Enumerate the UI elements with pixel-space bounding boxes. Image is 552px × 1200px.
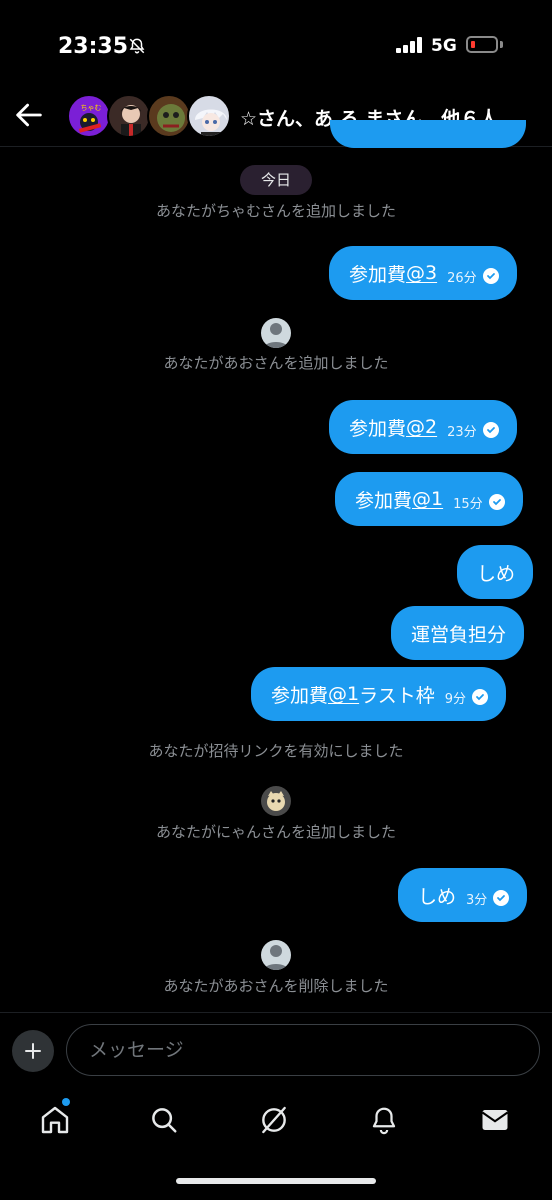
mention-link[interactable]: @3 — [406, 262, 437, 284]
message-text: しめ — [477, 562, 516, 585]
mention-link[interactable]: @2 — [406, 416, 437, 438]
message-text: 参加費 — [349, 263, 407, 286]
mention-link[interactable]: @1 — [328, 683, 359, 705]
message-bubble[interactable]: 運営負担分 — [391, 606, 525, 660]
tab-messages[interactable] — [475, 1100, 515, 1140]
tab-home[interactable] — [35, 1100, 75, 1140]
message-input[interactable] — [66, 1024, 540, 1076]
message-bubble[interactable]: 参加費 @3 26分 — [329, 246, 517, 300]
battery-nub — [500, 41, 503, 48]
unread-dot — [62, 1098, 70, 1106]
status-time: 23:35 — [58, 34, 129, 59]
check-icon — [472, 689, 489, 705]
message-time: 26分 — [447, 270, 477, 286]
system-message: あなたがちゃむさんを追加しました — [155, 202, 396, 220]
message-bubble[interactable]: 参加費 @2 23分 — [329, 400, 517, 454]
plus-icon — [25, 1043, 41, 1059]
default-avatar-icon — [261, 318, 291, 348]
grok-icon — [262, 1106, 286, 1134]
message-time: 15分 — [453, 496, 483, 512]
system-message: あなたがあおさんを削除しました — [163, 977, 389, 995]
message-time: 23分 — [447, 424, 477, 440]
network-label: 5G — [431, 36, 457, 56]
battery-icon — [466, 36, 498, 53]
message-text: 参加費 — [271, 684, 329, 707]
avatar — [261, 786, 291, 816]
message-text: 参加費 — [349, 417, 407, 440]
message-bubble[interactable]: しめ 3分 — [398, 868, 528, 922]
message-text: 参加費 — [355, 489, 413, 512]
message-time: 9分 — [444, 691, 467, 707]
add-media-button[interactable] — [12, 1030, 54, 1072]
header-overlay — [0, 100, 552, 146]
mention-link[interactable]: @1 — [412, 488, 443, 510]
tab-grok[interactable] — [254, 1100, 294, 1140]
check-icon — [493, 890, 510, 906]
home-indicator — [176, 1178, 376, 1184]
message-text: しめ — [418, 885, 457, 908]
search-icon — [152, 1108, 177, 1133]
check-icon — [482, 422, 499, 438]
signal-icon — [396, 37, 424, 57]
message-text-suffix: ラスト枠 — [359, 684, 435, 707]
message-bubble[interactable]: しめ — [457, 545, 534, 599]
envelope-icon — [481, 1110, 509, 1130]
message-bubble[interactable]: 参加費 @1 ラスト枠 9分 — [251, 667, 507, 721]
tab-notifications[interactable] — [364, 1100, 404, 1140]
home-icon — [41, 1106, 69, 1134]
message-time: 3分 — [466, 892, 488, 908]
system-message: あなたがにゃんさんを追加しました — [155, 823, 396, 841]
check-icon — [482, 268, 499, 284]
check-icon — [488, 494, 505, 510]
system-message: あなたがあおさんを追加しました — [163, 354, 389, 372]
system-message: あなたが招待リンクを有効にしました — [148, 742, 404, 760]
bell-muted-icon — [128, 37, 146, 59]
date-separator: 今日 — [240, 165, 312, 195]
default-avatar-icon — [261, 940, 291, 970]
tab-search[interactable] — [144, 1100, 184, 1140]
bell-icon — [372, 1107, 396, 1135]
message-bubble[interactable]: 参加費 @1 15分 — [335, 472, 523, 526]
message-text: 運営負担分 — [411, 623, 507, 646]
